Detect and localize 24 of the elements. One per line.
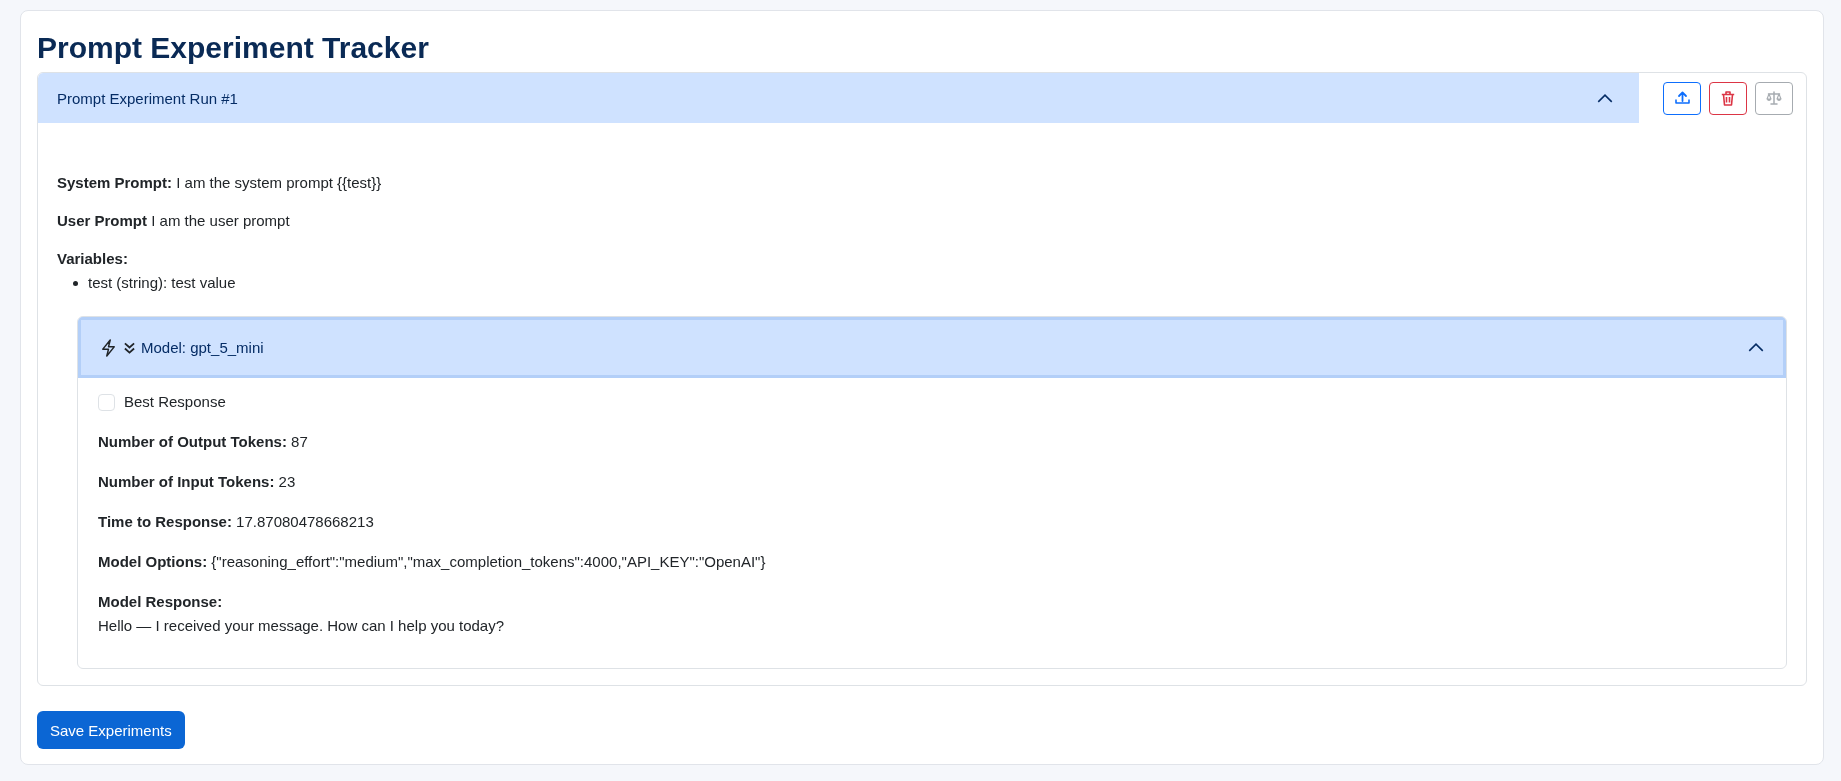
detail-line: System Prompt: I am the system prompt {{test}} [57,173,383,193]
detail-line: Time to Response: 17.87080478668213 [98,512,375,532]
response-text: Hello — I received your message. How can I help you today? [98,616,506,636]
detail-line: Model Options: {"reasoning_effort":"medium","max_completion_tokens":4000,"API_KEY":"OpenAI"} [98,552,767,572]
bullet-icon [73,280,78,286]
model-accordion-header[interactable]: Model: gpt_5_mini [78,317,1786,378]
checkbox-label[interactable]: Best Response [124,390,226,414]
lightning-icon [102,338,115,357]
page-title: Prompt Experiment Tracker [37,30,430,66]
double-chevron-down-icon [124,341,135,354]
variable-item: test (string): test value [88,273,236,293]
upload-button[interactable] [1663,81,1701,115]
trash-icon [1721,90,1735,106]
balance-scale-icon [1766,91,1782,105]
run-accordion-header[interactable]: Prompt Experiment Run #1 [38,73,1639,123]
response-label: Model Response: [98,592,224,612]
detail-line: Number of Input Tokens: 23 [98,472,297,492]
save-button[interactable]: Save Experiments [37,711,185,749]
best-response-checkbox[interactable] [98,393,115,411]
detail-line: User Prompt I am the user prompt [57,211,291,231]
variables-label: Variables: [57,249,129,269]
detail-line: Number of Output Tokens: 87 [98,432,309,452]
upload-icon [1674,91,1690,105]
delete-button[interactable] [1709,81,1747,115]
